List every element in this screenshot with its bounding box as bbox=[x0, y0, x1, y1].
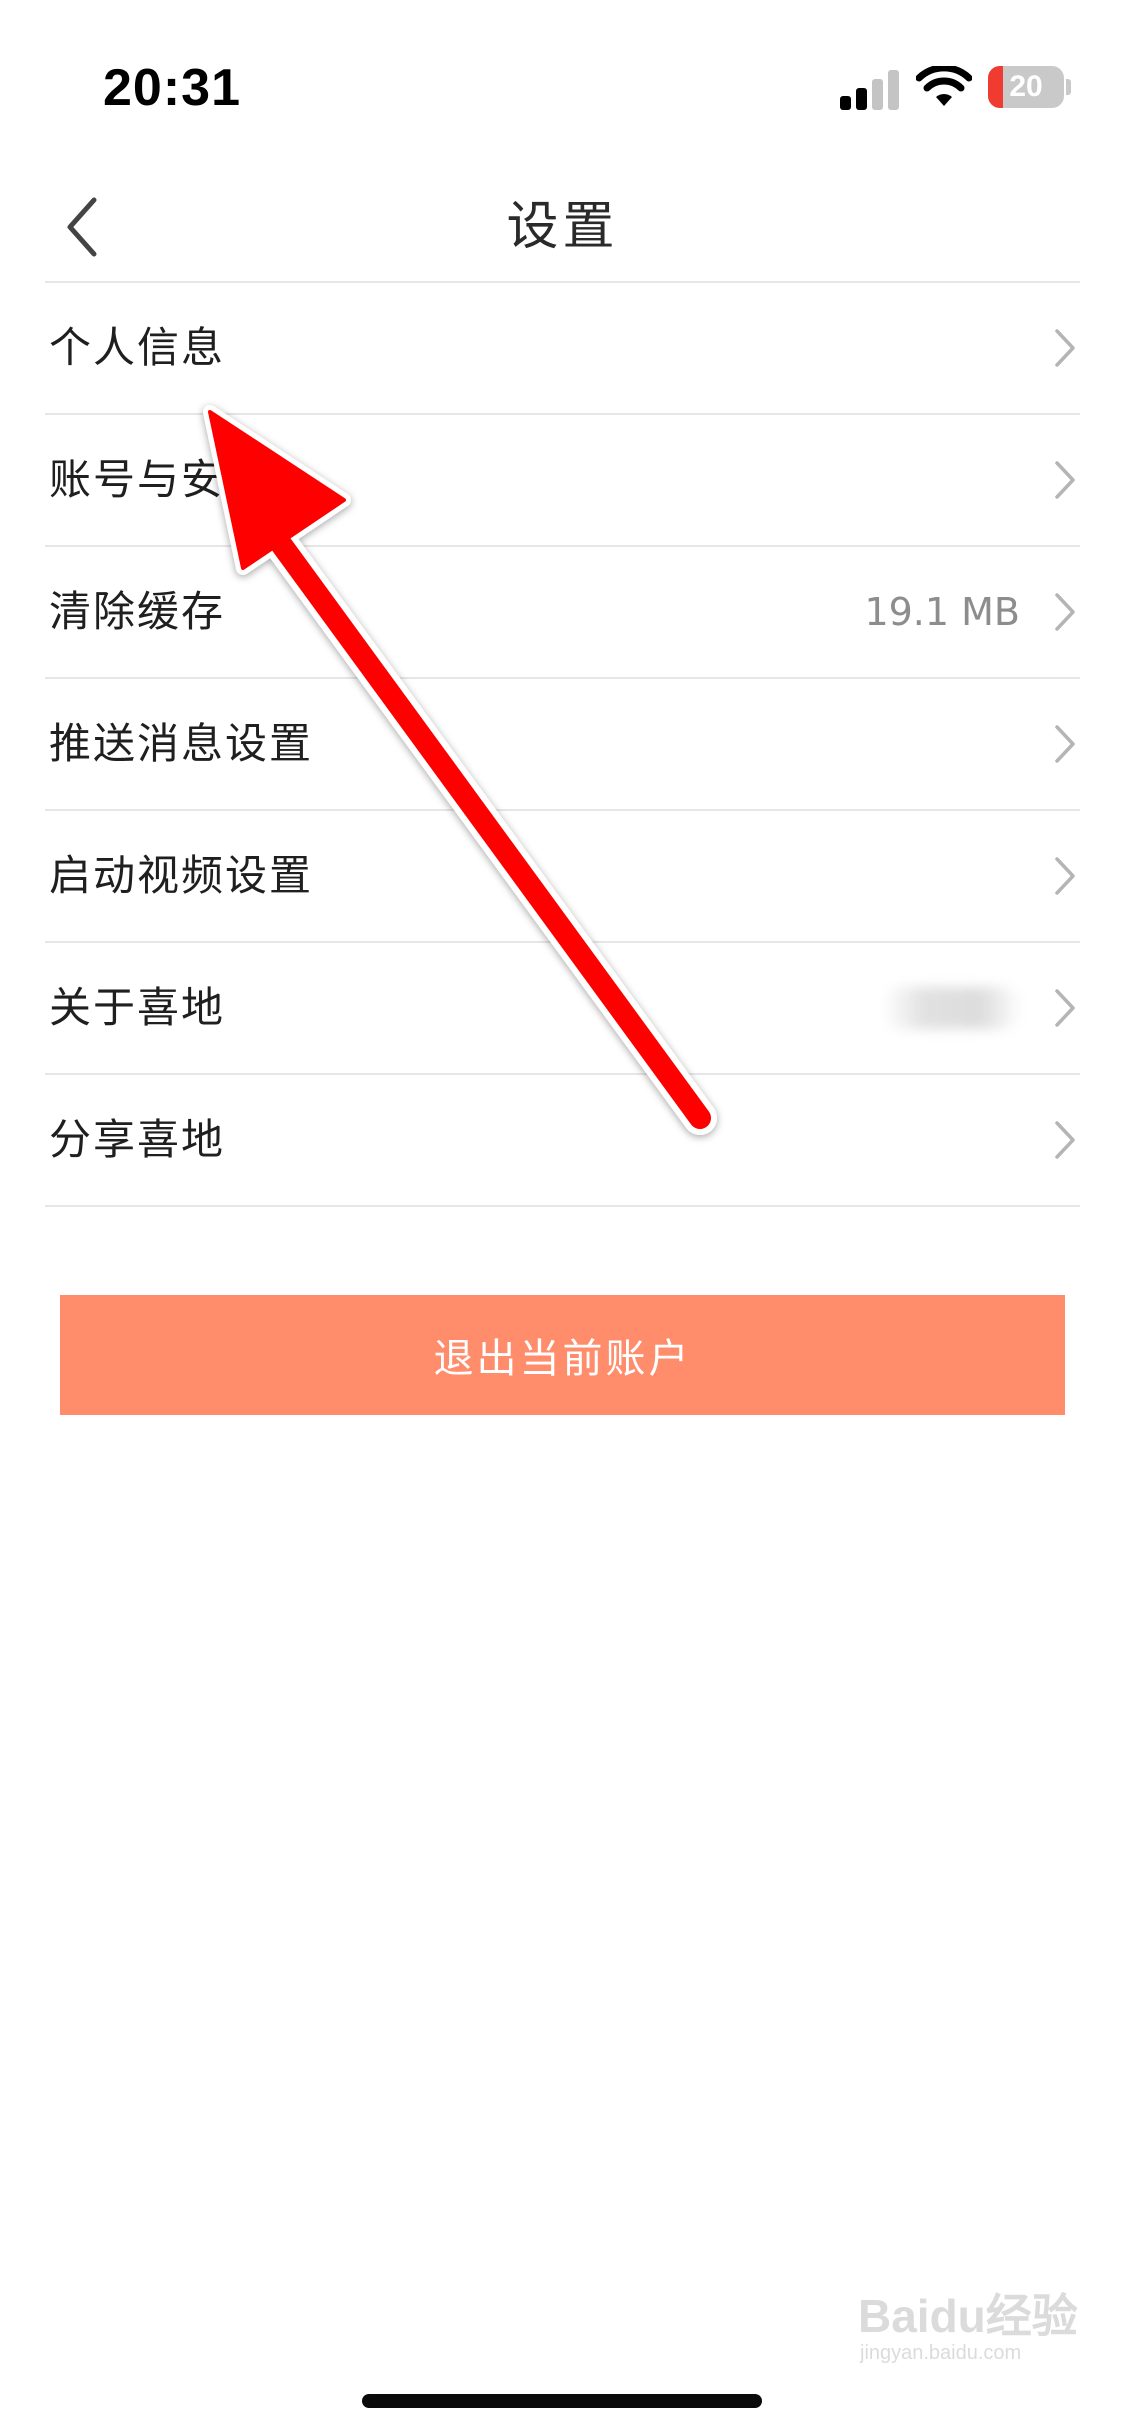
status-bar: 20:31 20 bbox=[0, 0, 1125, 170]
settings-item-account-security[interactable]: 账号与安全 bbox=[45, 415, 1080, 547]
settings-item-label: 分享喜地 bbox=[49, 1115, 226, 1164]
battery-icon: 20 bbox=[988, 66, 1064, 108]
watermark-text: Baidu经验 bbox=[858, 2290, 1078, 2342]
logout-button[interactable]: 退出当前账户 bbox=[60, 1295, 1065, 1415]
settings-item-personal-info[interactable]: 个人信息 bbox=[45, 283, 1080, 415]
chevron-right-icon bbox=[1055, 989, 1075, 1027]
page-title: 设置 bbox=[506, 197, 619, 257]
settings-item-label: 启动视频设置 bbox=[49, 851, 314, 900]
settings-item-launch-video[interactable]: 启动视频设置 bbox=[45, 811, 1080, 943]
chevron-right-icon bbox=[1055, 329, 1075, 367]
battery-tip bbox=[1066, 79, 1071, 95]
settings-item-label: 个人信息 bbox=[49, 323, 226, 372]
blurred-version-value bbox=[882, 987, 1022, 1029]
home-indicator bbox=[362, 2394, 762, 2408]
settings-item-label: 账号与安全 bbox=[49, 455, 270, 504]
settings-item-about[interactable]: 关于喜地 bbox=[45, 943, 1080, 1075]
chevron-right-icon bbox=[1055, 461, 1075, 499]
settings-item-push-notifications[interactable]: 推送消息设置 bbox=[45, 679, 1080, 811]
settings-item-label: 清除缓存 bbox=[49, 587, 226, 636]
chevron-right-icon bbox=[1055, 725, 1075, 763]
settings-item-share[interactable]: 分享喜地 bbox=[45, 1075, 1080, 1207]
status-time: 20:31 bbox=[103, 59, 241, 117]
baidu-watermark: Baidu经验 jingyan.baidu.com bbox=[858, 2280, 1098, 2380]
cache-size-value: 19.1 MB bbox=[864, 590, 1020, 634]
watermark-subtext: jingyan.baidu.com bbox=[860, 2342, 1022, 2364]
chevron-right-icon bbox=[1055, 1121, 1075, 1159]
settings-item-label: 关于喜地 bbox=[49, 983, 226, 1032]
cellular-signal-icon bbox=[840, 68, 900, 110]
battery-percent: 20 bbox=[1009, 70, 1043, 103]
settings-item-label: 推送消息设置 bbox=[49, 719, 314, 768]
chevron-right-icon bbox=[1055, 857, 1075, 895]
wifi-icon bbox=[916, 66, 972, 106]
settings-list: 个人信息 账号与安全 清除缓存 19.1 MB 推送消息设置 启动视频设置 关于… bbox=[45, 283, 1080, 1207]
settings-item-clear-cache[interactable]: 清除缓存 19.1 MB bbox=[45, 547, 1080, 679]
navigation-bar: 设置 bbox=[0, 170, 1125, 283]
chevron-right-icon bbox=[1055, 593, 1075, 631]
